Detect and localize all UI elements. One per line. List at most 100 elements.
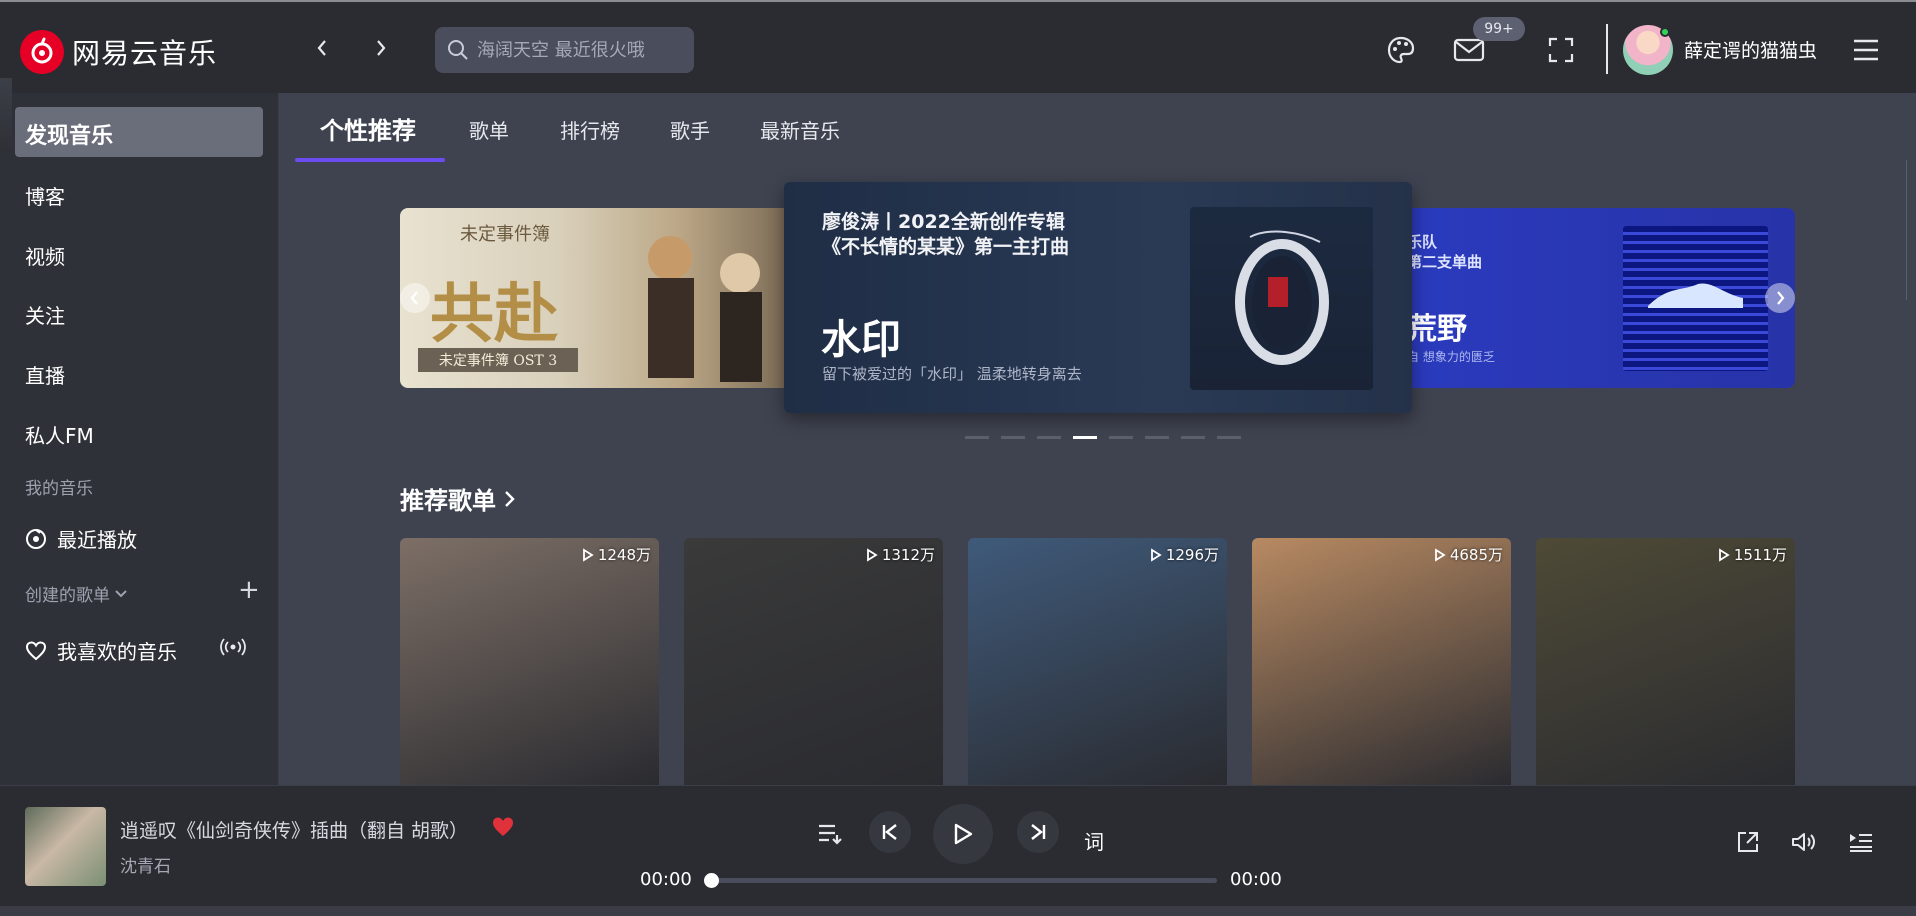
sidebar-item-recent[interactable]: 最近播放 xyxy=(25,524,137,553)
player-bar: 逍遥叹《仙剑奇侠传》插曲（翻自 胡歌） 沈青石 词 00:00 00:00 xyxy=(0,785,1916,906)
heartbeat-mode-button[interactable] xyxy=(220,637,246,661)
banner-next-button[interactable] xyxy=(1765,283,1795,313)
play-mode-button[interactable] xyxy=(812,816,848,852)
album-cover[interactable] xyxy=(25,807,106,886)
play-count-value: 1248万 xyxy=(597,546,651,564)
play-count-value: 1296万 xyxy=(1165,546,1219,564)
sidebar-item-liked[interactable]: 我喜欢的音乐 xyxy=(25,636,177,665)
play-count-icon xyxy=(1150,547,1162,562)
skin-button[interactable] xyxy=(1383,32,1419,68)
next-button[interactable] xyxy=(1017,811,1059,853)
banner-dot[interactable] xyxy=(1001,436,1025,439)
forward-button[interactable] xyxy=(369,36,393,60)
play-count-icon xyxy=(582,547,594,562)
share-out-icon xyxy=(1738,832,1758,852)
username[interactable]: 薛定谔的猫猫虫 xyxy=(1684,36,1817,63)
tab-personal-recommend[interactable]: 个性推荐 xyxy=(320,111,416,146)
radio-waves-icon xyxy=(220,638,246,656)
banner-dot[interactable] xyxy=(1217,436,1241,439)
search-box[interactable] xyxy=(435,27,694,73)
banner-dot[interactable] xyxy=(1037,436,1061,439)
sidebar-item-podcast[interactable]: 博客 xyxy=(25,181,65,210)
sidebar-item-fm[interactable]: 私人FM xyxy=(25,420,94,449)
play-count-icon xyxy=(1434,547,1446,562)
message-count-badge: 99+ xyxy=(1473,17,1525,41)
share-button[interactable] xyxy=(1733,827,1763,857)
heart-filled-icon xyxy=(493,817,513,836)
banner-right-cover xyxy=(1623,226,1768,371)
tab-artists[interactable]: 歌手 xyxy=(670,115,710,144)
lyrics-button[interactable]: 词 xyxy=(1084,826,1104,855)
scrollbar[interactable] xyxy=(1906,160,1916,300)
add-playlist-button[interactable]: + xyxy=(238,575,260,605)
song-title[interactable]: 逍遥叹《仙剑奇侠传》插曲（翻自 胡歌） xyxy=(120,816,468,843)
banner-prev-button[interactable] xyxy=(400,283,430,313)
os-taskbar xyxy=(0,906,1916,916)
chevron-right-icon xyxy=(1777,291,1785,305)
progress-knob[interactable] xyxy=(704,873,719,888)
playlist-card[interactable]: 4685万 xyxy=(1252,538,1511,785)
like-button[interactable] xyxy=(491,816,515,842)
search-icon xyxy=(448,40,468,60)
banner-slide-right[interactable]: 乐队 第二支单曲 荒野 自 想象力的匮乏 xyxy=(1380,208,1795,388)
banner-center-subtitle: 廖俊涛丨2022全新创作专辑 《不长情的某某》第一主打曲 xyxy=(822,211,1070,258)
banner-right-subtitle-2: 第二支单曲 xyxy=(1407,253,1483,271)
banner-center-cover xyxy=(1190,207,1373,390)
banner-slide-left[interactable]: 未定事件簿 共赴 未定事件簿 OST 3 xyxy=(400,208,800,388)
tab-playlists[interactable]: 歌单 xyxy=(469,115,509,144)
fullscreen-icon xyxy=(1548,37,1574,63)
play-count: 1511万 xyxy=(1718,544,1787,565)
playlist-card[interactable]: 1511万 xyxy=(1536,538,1795,785)
sidebar-item-live[interactable]: 直播 xyxy=(25,360,65,389)
volume-button[interactable] xyxy=(1788,827,1820,857)
banner-dot[interactable] xyxy=(1073,436,1097,439)
search-input[interactable] xyxy=(477,39,677,61)
skip-next-icon xyxy=(1031,824,1046,840)
previous-button[interactable] xyxy=(869,811,911,853)
current-time: 00:00 xyxy=(640,869,692,890)
banner-dot[interactable] xyxy=(1181,436,1205,439)
tab-charts[interactable]: 排行榜 xyxy=(560,115,620,144)
top-bar: 网易云音乐 99+ 薛定谔的猫猫虫 xyxy=(0,0,1916,93)
mail-icon xyxy=(1453,38,1485,62)
banner-left-ost: 未定事件簿 OST 3 xyxy=(418,348,578,372)
list-order-icon xyxy=(819,824,842,845)
sidebar-item-video[interactable]: 视频 xyxy=(25,241,65,270)
tab-new-music[interactable]: 最新音乐 xyxy=(760,115,840,144)
sidebar: 发现音乐 博客 视频 关注 直播 私人FM 我的音乐 最近播放 创建的歌单 + … xyxy=(0,93,279,785)
chevron-left-icon xyxy=(410,291,418,305)
playlist-card[interactable]: 1296万 xyxy=(968,538,1227,785)
playlist-card[interactable]: 1312万 xyxy=(684,538,943,785)
play-count-value: 4685万 xyxy=(1449,546,1503,564)
play-count-icon xyxy=(866,547,878,562)
chevron-right-icon xyxy=(377,40,386,56)
netease-logo-icon xyxy=(20,30,64,74)
recent-play-icon xyxy=(26,528,46,549)
sidebar-item-discover-label[interactable]: 发现音乐 xyxy=(25,118,113,150)
song-artist[interactable]: 沈青石 xyxy=(120,852,171,877)
play-button[interactable] xyxy=(933,804,993,864)
play-icon xyxy=(954,823,973,845)
playlist-card[interactable]: 1248万 xyxy=(400,538,659,785)
banner-dot[interactable] xyxy=(1109,436,1133,439)
skip-previous-icon xyxy=(882,824,897,840)
progress-track[interactable] xyxy=(711,878,1217,883)
back-button[interactable] xyxy=(310,36,334,60)
playlist-queue-button[interactable] xyxy=(1846,827,1876,857)
banner-dot[interactable] xyxy=(965,436,989,439)
palette-icon xyxy=(1387,36,1415,64)
recommended-playlists-title: 推荐歌单 xyxy=(400,487,496,515)
hamburger-menu-icon xyxy=(1854,39,1878,61)
play-count: 1248万 xyxy=(582,544,651,565)
heart-outline-icon xyxy=(25,640,47,660)
created-playlists-toggle[interactable]: 创建的歌单 xyxy=(25,581,128,606)
banner-slide-center[interactable]: 廖俊涛丨2022全新创作专辑 《不长情的某某》第一主打曲 水印 留下被爱过的「水… xyxy=(784,182,1412,413)
fullscreen-button[interactable] xyxy=(1543,32,1579,68)
app-logo[interactable]: 网易云音乐 xyxy=(20,30,217,74)
recommended-playlists-heading[interactable]: 推荐歌单 xyxy=(400,481,518,516)
menu-button[interactable] xyxy=(1848,32,1884,68)
banner-right-title: 荒野 xyxy=(1407,312,1467,347)
top-divider xyxy=(1606,24,1608,74)
banner-dot[interactable] xyxy=(1145,436,1169,439)
sidebar-item-follow[interactable]: 关注 xyxy=(25,300,65,329)
